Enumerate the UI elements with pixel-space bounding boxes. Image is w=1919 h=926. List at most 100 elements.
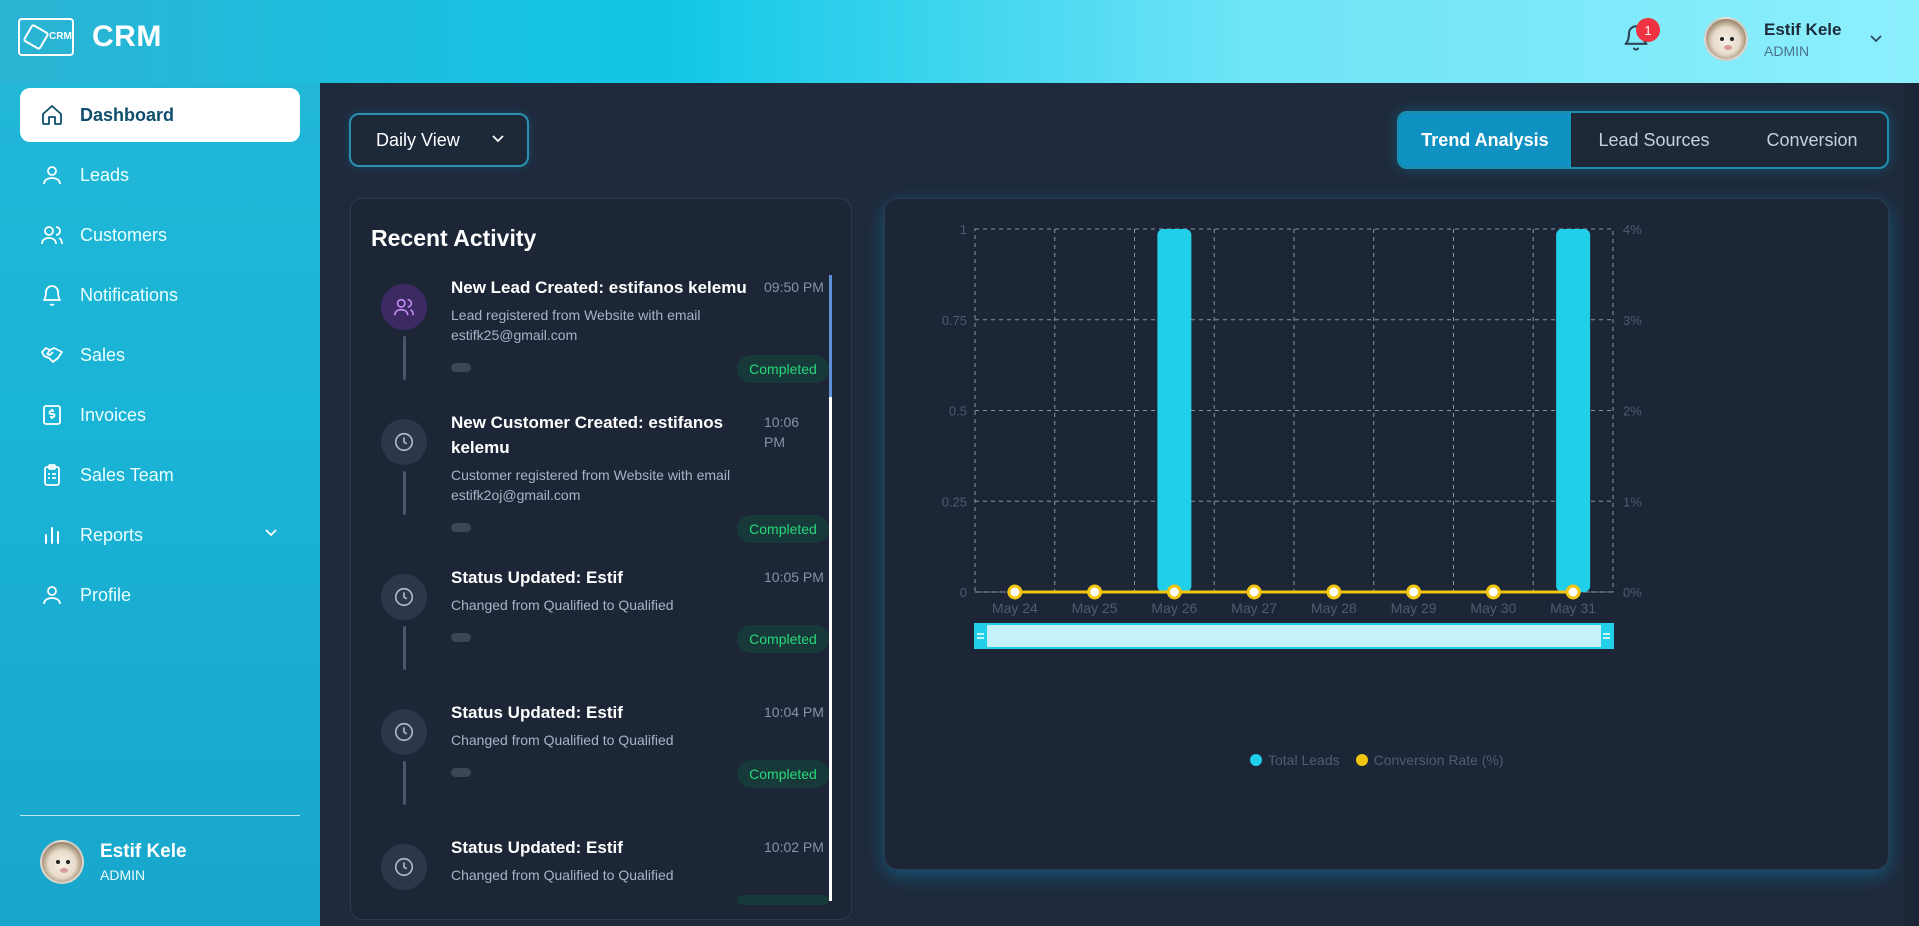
status-badge: [737, 895, 829, 905]
user-icon: [40, 163, 64, 187]
tab-conversion[interactable]: Conversion: [1737, 113, 1887, 167]
clock-icon: [381, 709, 427, 755]
activity-title: Status Updated: Estif: [451, 703, 623, 722]
chevron-down-icon[interactable]: [264, 525, 278, 541]
user-role: ADMIN: [1764, 42, 1810, 59]
sidebar-item-label: Reports: [80, 524, 144, 545]
logo[interactable]: CRM CRM: [18, 18, 162, 56]
y-right-tick-label: 2%: [1623, 404, 1642, 419]
activity-time: 10:06 PM: [764, 414, 800, 450]
chart-legend: Total Leads Conversion Rate (%): [1250, 752, 1520, 768]
sidebar-item-invoices[interactable]: Invoices: [20, 388, 300, 442]
activity-description: Customer registered from Website with em…: [451, 467, 731, 503]
status-badge: Completed: [737, 355, 829, 383]
sidebar-divider: [20, 815, 300, 816]
sidebar-item-label: Sales Team: [80, 464, 174, 485]
user-icon: [40, 583, 64, 607]
clock-icon: [381, 574, 427, 620]
sidebar-item-label: Customers: [80, 224, 168, 245]
sidebar-item-label: Leads: [80, 164, 130, 185]
bar: [1157, 229, 1192, 592]
activity-tag: [451, 633, 471, 642]
sidebar-item-reports[interactable]: Reports: [20, 508, 300, 562]
tab-trend-analysis[interactable]: Trend Analysis: [1399, 113, 1571, 167]
x-tick-label: May 29: [1391, 600, 1437, 616]
activity-title: New Customer Created: estifanos kelemu: [451, 413, 724, 457]
y-right-tick-label: 4%: [1623, 222, 1642, 237]
sidebar-item-customers[interactable]: Customers: [20, 208, 300, 262]
sidebar-item-dashboard[interactable]: Dashboard: [20, 88, 300, 142]
x-tick-label: May 31: [1550, 600, 1596, 616]
activity-time: 10:05 PM: [764, 569, 824, 585]
activity-description: Changed from Qualified to Qualified: [451, 597, 674, 613]
sidebar-item-notifications[interactable]: Notifications: [20, 268, 300, 322]
sidebar-user-role: ADMIN: [100, 867, 146, 883]
recent-activity-panel: Recent Activity New Lead Created: estifa…: [350, 198, 852, 920]
line-point: [1326, 584, 1342, 600]
user-menu[interactable]: Estif Kele ADMIN: [1704, 17, 1883, 61]
home-icon: [40, 103, 64, 127]
zoom-slider-handle-right: [1601, 624, 1614, 648]
line-point: [1087, 584, 1103, 600]
zoom-slider-track: [974, 623, 1614, 649]
activity-title: New Lead Created: estifanos kelemu: [451, 278, 747, 297]
sidebar-user[interactable]: Estif Kele ADMIN: [40, 840, 187, 884]
sidebar-item-sales[interactable]: Sales: [20, 328, 300, 382]
line-point: [1485, 584, 1501, 600]
chart-tabs: Trend Analysis Lead Sources Conversion: [1397, 111, 1889, 169]
clock-icon: [381, 844, 427, 890]
x-tick-label: May 26: [1151, 600, 1197, 616]
user-name: Estif Kele: [1764, 19, 1842, 39]
activity-tag: [451, 768, 471, 777]
x-tick-label: May 25: [1072, 600, 1118, 616]
recent-activity-title: Recent Activity: [371, 225, 537, 251]
scrollbar-thumb[interactable]: [829, 275, 832, 397]
y-left-tick-label: 1: [960, 222, 967, 237]
bar: [1556, 229, 1591, 592]
legend-dot: [1355, 754, 1368, 766]
y-left-tick-label: 0.25: [942, 494, 967, 509]
invoice-icon: [40, 403, 64, 427]
top-bar: CRM CRM 1 Estif Kele ADMIN: [0, 0, 1919, 83]
sidebar-item-label: Invoices: [80, 404, 147, 425]
activity-title: Status Updated: Estif: [451, 568, 623, 587]
activity-time: 10:02 PM: [764, 839, 824, 855]
notification-count-badge: 1: [1636, 18, 1660, 42]
activity-description: Changed from Qualified to Qualified: [451, 732, 674, 748]
line-point: [1166, 584, 1182, 600]
sidebar-item-label: Profile: [80, 584, 132, 605]
line-point: [1246, 584, 1262, 600]
activity-description: Lead registered from Website with email …: [451, 307, 701, 343]
legend-entry-conversion-rate[interactable]: Conversion Rate (%): [1355, 752, 1504, 768]
y-right-tick-label: 1%: [1623, 494, 1642, 509]
y-left-tick-label: 0: [960, 585, 967, 600]
bell-icon: [40, 283, 64, 307]
legend-entry-total-leads[interactable]: Total Leads: [1250, 752, 1340, 768]
tab-lead-sources[interactable]: Lead Sources: [1571, 113, 1737, 167]
sidebar-item-profile[interactable]: Profile: [20, 568, 300, 622]
timeline-connector: [403, 626, 406, 670]
status-badge: Completed: [737, 625, 829, 653]
y-left-tick-label: 0.75: [942, 313, 967, 328]
chevron-down-icon[interactable]: [1869, 31, 1883, 47]
sidebar-item-sales-team[interactable]: Sales Team: [20, 448, 300, 502]
avatar: [1704, 17, 1748, 61]
sidebar-item-label: Sales: [80, 344, 126, 365]
y-right-tick-label: 3%: [1623, 313, 1642, 328]
x-tick-label: May 27: [1231, 600, 1277, 616]
view-select[interactable]: Daily View: [349, 113, 529, 167]
status-badge: Completed: [737, 760, 829, 788]
view-select-value: Daily View: [376, 129, 460, 150]
handshake-icon: [40, 343, 64, 367]
activity-tag: [451, 363, 471, 372]
timeline-connector: [403, 761, 406, 805]
y-left-tick-label: 0.5: [949, 404, 967, 419]
sidebar-user-name: Estif Kele: [100, 841, 187, 862]
legend-label: Conversion Rate (%): [1373, 752, 1504, 768]
trend-chart: 0 0.25 0.5 0.75 1 0% 1% 2% 3% 4% May 24 May 25 May 2…: [942, 222, 1642, 649]
plot-area: [974, 228, 1614, 593]
sidebar-item-leads[interactable]: Leads: [20, 148, 300, 202]
zoom-slider-handle-left: [974, 624, 987, 648]
line-point: [1007, 584, 1023, 600]
x-tick-label: May 28: [1311, 600, 1357, 616]
